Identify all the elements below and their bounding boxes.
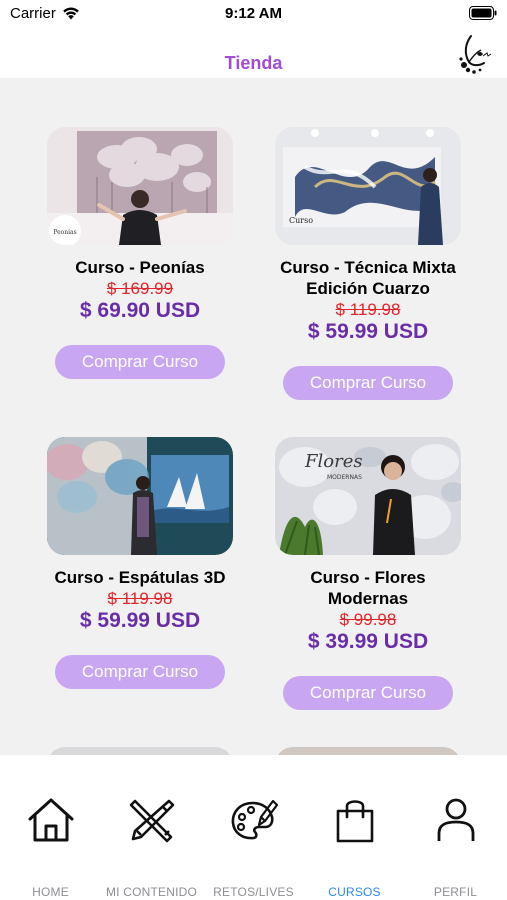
course-title: Curso - Peonías [75, 258, 205, 277]
status-time: 9:12 AM [225, 5, 282, 22]
battery-icon [469, 6, 497, 20]
buy-course-button[interactable]: Comprar Curso [55, 655, 225, 689]
buy-course-button[interactable]: Comprar Curso [283, 366, 453, 400]
old-price: $ 119.98 [335, 300, 401, 319]
palette-icon [231, 799, 279, 840]
sale-price: $ 59.99 USD [307, 320, 429, 343]
navigation-bar: Tienda [0, 28, 507, 78]
course-thumbnail-partial[interactable] [47, 747, 233, 755]
tab-mi-contenido[interactable]: MI CONTENIDO [101, 755, 202, 900]
course-thumbnail[interactable]: Flores MODERNAS [275, 437, 461, 555]
svg-text:Flores: Flores [304, 451, 363, 472]
tab-retos-lives[interactable]: RETOS/LIVES [203, 755, 304, 900]
course-thumbnail-partial[interactable] [275, 747, 461, 755]
shopping-bag-icon [336, 800, 374, 843]
course-title: Curso - Espátulas 3D [54, 568, 226, 587]
status-bar: Carrier 9:12 AM [0, 0, 507, 28]
course-card: Curso Curso - Técnica Mixta Edición Cuar… [275, 127, 461, 400]
tab-perfil[interactable]: PERFIL [405, 755, 506, 900]
svg-text:Peonias: Peonias [53, 229, 76, 236]
course-grid: Peonias Curso - Peonías $ 169.99 $ 69.90… [0, 78, 507, 755]
course-thumbnail[interactable]: Peonias [47, 127, 233, 245]
course-card: Flores MODERNAS Curso - Flores Modernas … [275, 437, 461, 710]
course-card: Peonias Curso - Peonías $ 169.99 $ 69.90… [47, 127, 233, 379]
tab-label: HOME [32, 885, 69, 899]
sale-price: $ 69.90 USD [79, 299, 201, 322]
sale-price: $ 59.99 USD [79, 609, 201, 632]
buy-course-button[interactable]: Comprar Curso [283, 676, 453, 710]
tab-label: PERFIL [433, 885, 478, 899]
page-title: Tienda [224, 53, 283, 73]
tab-label: CURSOS [328, 885, 381, 899]
tab-label: RETOS/LIVES [213, 885, 294, 899]
course-title: Curso - Técnica Mixta Edición Cuarzo [280, 258, 456, 298]
tab-label: MI CONTENIDO [105, 885, 198, 899]
course-card: Curso - Espátulas 3D $ 119.98 $ 59.99 US… [47, 437, 233, 689]
old-price: $ 99.98 [339, 610, 397, 629]
user-icon [437, 798, 475, 841]
course-title: Curso - Flores Modernas [310, 568, 426, 608]
sale-price: $ 39.99 USD [307, 630, 429, 653]
course-thumbnail[interactable]: Curso [275, 127, 461, 245]
buy-course-button[interactable]: Comprar Curso [55, 345, 225, 379]
old-price: $ 169.99 [106, 279, 174, 298]
home-icon [28, 798, 74, 842]
tab-bar: HOME MI CONTENIDO RETOS/LIVES CURSOS PER… [0, 755, 507, 900]
course-thumbnail[interactable] [47, 437, 233, 555]
tab-home[interactable]: HOME [0, 755, 101, 900]
brush-pencil-icon [129, 799, 175, 843]
svg-text:Curso: Curso [289, 216, 313, 225]
tab-cursos[interactable]: CURSOS [304, 755, 405, 900]
svg-text:MODERNAS: MODERNAS [327, 474, 362, 481]
old-price: $ 119.98 [107, 589, 173, 608]
brand-logo [459, 35, 492, 74]
